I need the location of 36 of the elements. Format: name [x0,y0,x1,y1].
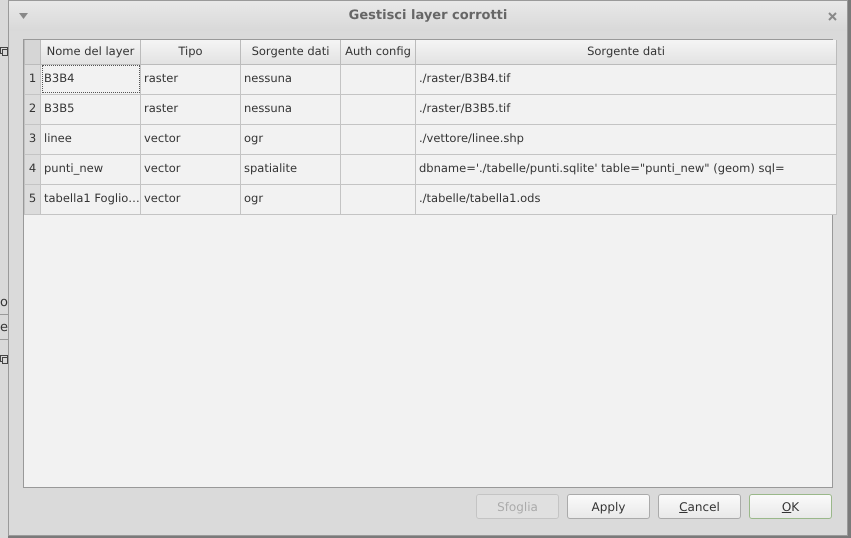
table-cell: raster [140,64,240,94]
table-cell: dbname='./tabelle/punti.sqlite' table="punti_new" (geom) sql= [416,154,836,184]
table-cell: linee [40,124,140,154]
column-header[interactable]: Tipo [140,40,240,64]
dialog-button[interactable]: Apply [567,494,650,519]
menu-icon[interactable] [19,13,28,19]
column-header[interactable]: Auth config [340,40,416,64]
table-cell: ./raster/B3B4.tif [416,64,836,94]
dialog-button[interactable]: Cancel [658,494,741,519]
table-cell: B3B4 [40,64,140,94]
table-cell: B3B5 [40,94,140,124]
table-cell: ./vettore/linee.shp [416,124,836,154]
row-number[interactable]: 1 [24,64,40,94]
table-cell: tabella1 Foglio… [40,184,140,214]
column-header[interactable]: Sorgente dati [240,40,340,64]
window-title: Gestisci layer corrotti [348,7,508,26]
table-cell: punti_new [40,154,140,184]
table-cell: nessuna [240,94,340,124]
column-header[interactable]: Sorgente dati [416,40,836,64]
table-cell: nessuna [240,64,340,94]
row-number[interactable]: 2 [24,94,40,124]
table-cell: raster [140,94,240,124]
table-cell: ogr [240,124,340,154]
dialog-button[interactable]: OK [749,494,832,519]
close-icon[interactable] [828,12,837,20]
row-number[interactable]: 4 [24,154,40,184]
column-header[interactable]: Nome del layer [40,40,140,64]
table-cell: spatialite [240,154,340,184]
table-cell: vector [140,184,240,214]
table-cell: ./tabelle/tabella1.ods [416,184,836,214]
table-cell: ./raster/B3B5.tif [416,94,836,124]
table-cell: vector [140,154,240,184]
row-number[interactable]: 3 [24,124,40,154]
table-cell: ogr [240,184,340,214]
table-cell: vector [140,124,240,154]
row-number[interactable]: 5 [24,184,40,214]
